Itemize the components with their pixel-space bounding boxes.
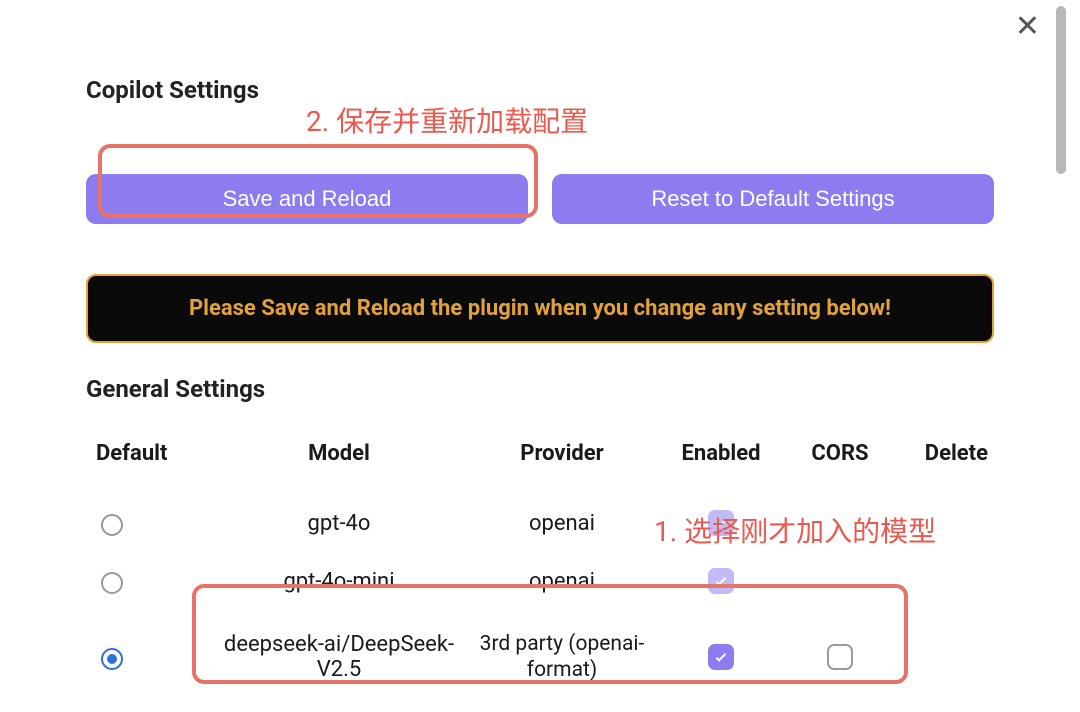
col-delete: Delete xyxy=(894,441,994,466)
close-icon[interactable]: ✕ xyxy=(1015,12,1040,42)
provider-name: 3rd party (openai-format) xyxy=(472,631,652,684)
enabled-checkbox[interactable] xyxy=(708,644,734,670)
model-name: gpt-4o xyxy=(210,511,468,536)
col-provider: Provider xyxy=(472,441,652,466)
default-radio[interactable] xyxy=(101,648,123,670)
scrollbar-thumb[interactable] xyxy=(1056,6,1066,174)
models-table: Default Model Provider Enabled CORS Dele… xyxy=(86,441,994,704)
check-icon xyxy=(713,573,729,589)
model-name: gpt-4o-mini xyxy=(210,569,468,594)
settings-page: Copilot Settings Save and Reload Reset t… xyxy=(0,0,1080,704)
col-default: Default xyxy=(86,441,206,466)
provider-name: openai xyxy=(472,511,652,536)
default-radio[interactable] xyxy=(101,572,123,594)
reset-to-default-button[interactable]: Reset to Default Settings xyxy=(552,174,994,224)
col-enabled: Enabled xyxy=(656,441,786,466)
warning-banner: Please Save and Reload the plugin when y… xyxy=(86,274,994,343)
heading-general-settings: General Settings xyxy=(86,375,994,403)
enabled-checkbox[interactable] xyxy=(708,568,734,594)
default-radio[interactable] xyxy=(101,514,123,536)
button-row: Save and Reload Reset to Default Setting… xyxy=(86,174,994,224)
model-name: deepseek-ai/DeepSeek-V2.5 xyxy=(210,632,468,682)
table-row: gpt-4o-mini openai xyxy=(86,552,994,610)
provider-name: openai xyxy=(472,569,652,594)
cors-checkbox[interactable] xyxy=(827,644,853,670)
table-row: gpt-4o openai xyxy=(86,494,994,552)
table-header: Default Model Provider Enabled CORS Dele… xyxy=(86,441,994,466)
col-model: Model xyxy=(210,441,468,466)
check-icon xyxy=(713,649,729,665)
check-icon xyxy=(713,515,729,531)
heading-copilot-settings: Copilot Settings xyxy=(86,76,994,104)
table-row: deepseek-ai/DeepSeek-V2.5 3rd party (ope… xyxy=(86,610,994,704)
save-and-reload-button[interactable]: Save and Reload xyxy=(86,174,528,224)
col-cors: CORS xyxy=(790,441,890,466)
enabled-checkbox[interactable] xyxy=(708,510,734,536)
